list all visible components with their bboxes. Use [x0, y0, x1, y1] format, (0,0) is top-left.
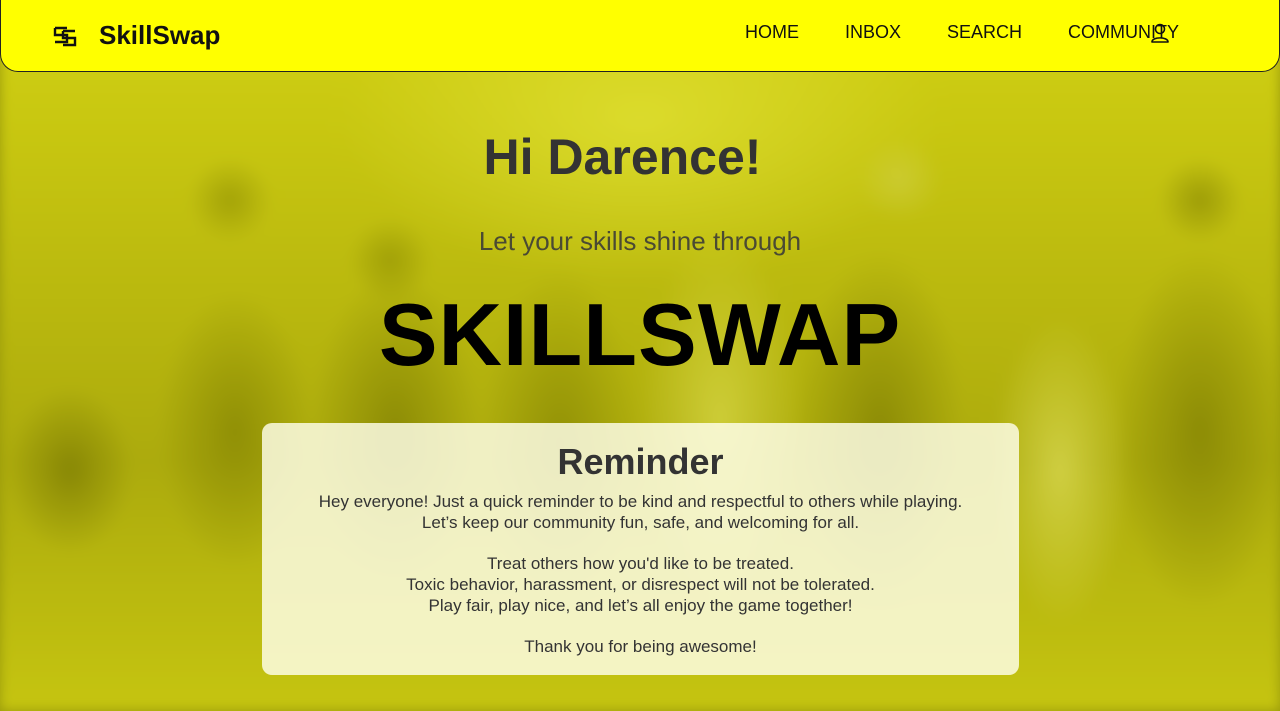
tagline: Let your skills shine through: [478, 226, 802, 256]
reminder-rule-line: Toxic behavior, harassment, or disrespec…: [406, 575, 875, 594]
reminder-rule-line: Play fair, play nice, and let’s all enjo…: [428, 596, 853, 615]
nav-home[interactable]: HOME: [745, 22, 799, 43]
hero-section: Hi Darence! Let your skills shine throug…: [0, 72, 1280, 711]
nav-search[interactable]: SEARCH: [947, 22, 1022, 43]
reminder-intro-line: Let’s keep our community fun, safe, and …: [421, 513, 860, 532]
top-navbar: SkillSwap HOME INBOX SEARCH COMMUNITY: [0, 0, 1280, 72]
brand[interactable]: SkillSwap: [53, 20, 220, 51]
skillswap-title: SKILLSWAP: [378, 285, 902, 384]
reminder-closing: Thank you for being awesome!: [524, 637, 757, 656]
user-icon[interactable]: [1149, 22, 1171, 44]
nav-links: HOME INBOX SEARCH COMMUNITY: [699, 0, 1179, 64]
nav-inbox[interactable]: INBOX: [845, 22, 901, 43]
reminder-card: Reminder Hey everyone! Just a quick remi…: [262, 423, 1019, 675]
reminder-intro-line: Hey everyone! Just a quick reminder to b…: [318, 492, 963, 511]
reminder-title: Reminder: [557, 441, 724, 482]
reminder-rule-line: Treat others how you'd like to be treate…: [487, 554, 794, 573]
brand-name: SkillSwap: [99, 20, 221, 50]
greeting-heading: Hi Darence!: [483, 129, 762, 185]
skillswap-logo-icon: [53, 26, 77, 46]
